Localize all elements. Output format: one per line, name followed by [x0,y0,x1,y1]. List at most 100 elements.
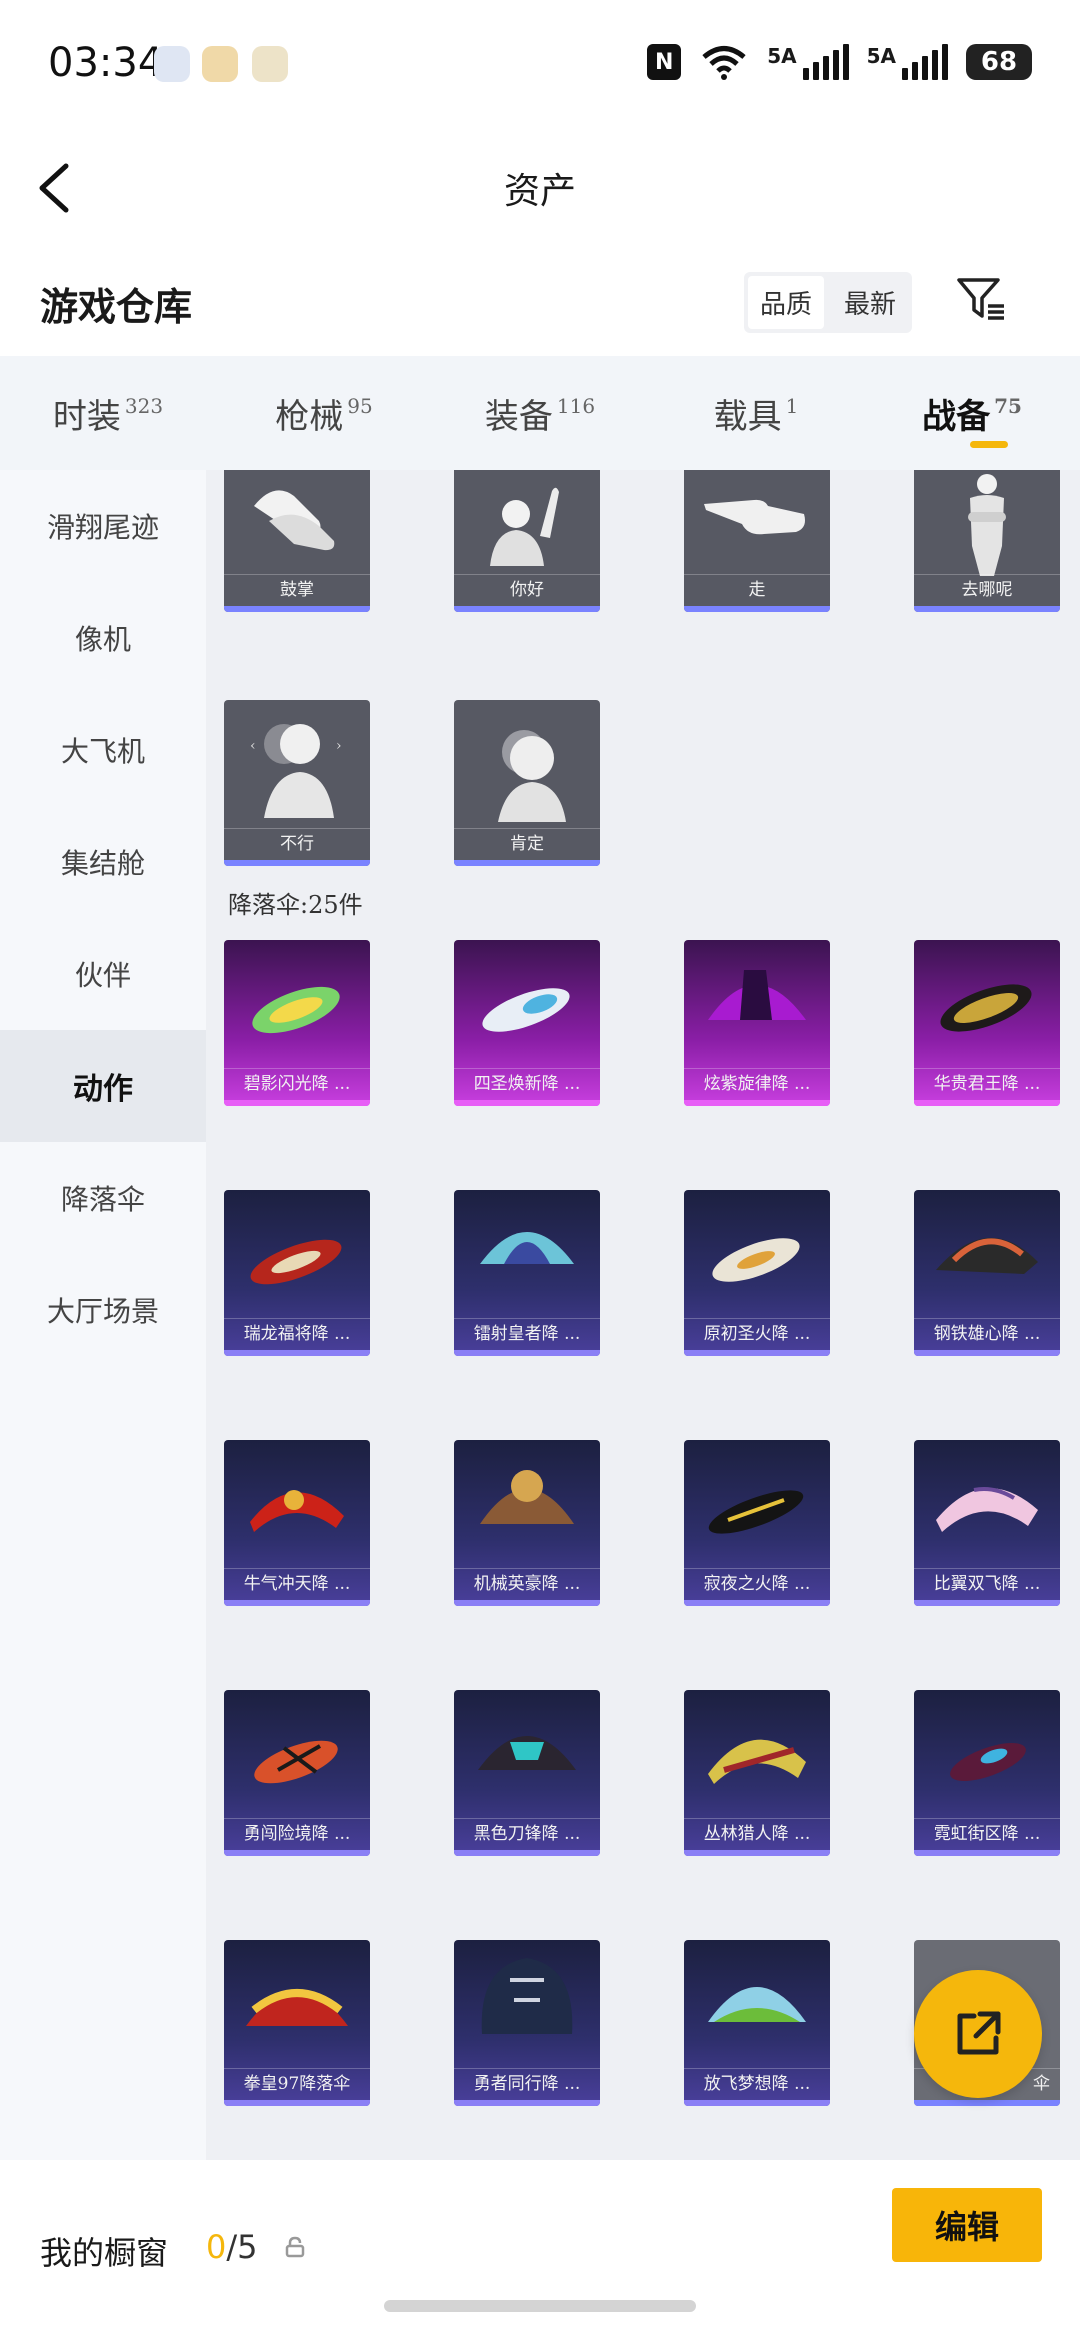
tab-count: 116 [556,394,596,418]
rarity-bar [684,2100,830,2106]
action-label: 不行 [224,828,370,858]
parachute-card[interactable]: 拳皇97降落伞 [224,1940,370,2106]
share-button[interactable] [914,1970,1042,2098]
parachute-card[interactable]: 寂夜之火降 ... [684,1440,830,1606]
tab-equipment[interactable]: 装备 116 [432,356,648,470]
sidebar-item-companion[interactable]: 伙伴 [0,918,206,1030]
rarity-bar [914,1850,1060,1856]
showcase-bar: 我的橱窗 0/5 编辑 [0,2160,1080,2330]
svg-text:›: › [336,738,342,754]
parachute-image [936,1487,1038,1532]
parachute-image [708,1739,806,1784]
wifi-icon [702,46,746,80]
rarity-bar [684,606,830,612]
category-tabs: 时装 323 枪械 95 装备 116 载具 1 战备 75 [0,356,1080,470]
sidebar-item-camera[interactable]: 像机 [0,582,206,694]
tab-weapons[interactable]: 枪械 95 [216,356,432,470]
nfc-icon: N [647,44,682,80]
pointing-hand-icon [704,499,805,535]
parachute-card[interactable]: 比翼双飞降 ... [914,1440,1060,1606]
tab-label: 装备 [484,396,553,437]
cell-signal-icon: 5A [867,44,948,80]
parachute-image [478,1736,576,1770]
tab-count: 323 [124,394,164,418]
sort-toggle: 品质 最新 [744,272,913,333]
parachute-card[interactable]: 瑞龙福将降 ... [224,1190,370,1356]
sidebar-item-parachute[interactable]: 降落伞 [0,1142,206,1254]
filter-icon[interactable] [956,276,1006,322]
sidebar: 滑翔尾迹 像机 大飞机 集结舱 伙伴 动作 降落伞 大厅场景 [0,470,206,2160]
rarity-bar [454,1850,600,1856]
showcase-used: 0 [206,2228,227,2266]
parachute-card[interactable]: 钢铁雄心降 ... [914,1190,1060,1356]
parachute-card[interactable]: 炫紫旋律降 ... [684,940,830,1106]
parachute-card[interactable]: 原初圣火降 ... [684,1190,830,1356]
action-card[interactable]: ‹ › 不行 [224,700,370,866]
parachute-card[interactable]: 牛气冲天降 ... [224,1440,370,1606]
parachute-card[interactable]: 放飞梦想降 ... [684,1940,830,2106]
parachute-label: 霓虹街区降 ... [914,1818,1060,1848]
tab-vehicles[interactable]: 载具 1 [648,356,864,470]
parachute-label: 镭射皇者降 ... [454,1318,600,1348]
sidebar-item-emotes[interactable]: 动作 [0,1030,206,1142]
rarity-bar [914,1350,1060,1356]
sidebar-item-lobby-scene[interactable]: 大厅场景 [0,1254,206,1366]
parachute-card[interactable]: 机械英豪降 ... [454,1440,600,1606]
action-card[interactable]: 去哪呢 [914,470,1060,612]
sort-newest-button[interactable]: 最新 [828,272,912,333]
parachute-card[interactable]: 勇闯险境降 ... [224,1690,370,1856]
home-indicator[interactable] [384,2300,696,2312]
rarity-bar [224,1350,370,1356]
parachute-image [246,1989,348,2026]
rarity-bar [224,606,370,612]
tab-label: 枪械 [275,396,344,437]
sidebar-item-big-plane[interactable]: 大飞机 [0,694,206,806]
parachute-image [480,1470,574,1524]
rarity-bar [454,860,600,866]
item-grid: 鼓掌 你好 走 去哪呢 ‹ › 不行 肯定 降落伞:25件 碧影闪光降 ... … [206,470,1080,2160]
parachute-label: 原初圣火降 ... [684,1318,830,1348]
parachute-image [708,1490,804,1534]
action-card[interactable]: 你好 [454,470,600,612]
parachute-label: 拳皇97降落伞 [224,2068,370,2098]
battery-icon: 68 [966,44,1032,80]
showcase-label: 我的橱窗 [40,2234,169,2272]
action-card[interactable]: 走 [684,470,830,612]
sidebar-item-glide-trail[interactable]: 滑翔尾迹 [0,470,206,582]
showcase-total: /5 [226,2228,258,2266]
parachute-section-title: 降落伞:25件 [228,891,363,919]
tab-fashion[interactable]: 时装 323 [0,356,216,470]
parachute-image [250,1490,344,1532]
lock-icon [285,2236,305,2258]
parachute-card[interactable]: 碧影闪光降 ... [224,940,370,1106]
parachute-card[interactable]: 镭射皇者降 ... [454,1190,600,1356]
parachute-label: 钢铁雄心降 ... [914,1318,1060,1348]
cell-signal-icon: 5A [767,44,849,80]
parachute-label: 放飞梦想降 ... [684,2068,830,2098]
parachute-card[interactable]: 黑色刀锋降 ... [454,1690,600,1856]
rarity-bar [914,2100,1060,2106]
sort-quality-button[interactable]: 品质 [748,276,825,329]
action-card[interactable]: 鼓掌 [224,470,370,612]
parachute-card[interactable]: 华贵君王降 ... [914,940,1060,1106]
action-label: 走 [684,574,830,604]
sidebar-item-assembly-pod[interactable]: 集结舱 [0,806,206,918]
parachute-image [254,1740,338,1784]
rarity-bar [684,1600,830,1606]
parachute-label: 碧影闪光降 ... [224,1068,370,1098]
action-card[interactable]: 肯定 [454,700,600,866]
parachute-label: 黑色刀锋降 ... [454,1818,600,1848]
parachute-card[interactable]: 霓虹街区降 ... [914,1690,1060,1856]
edit-button[interactable]: 编辑 [892,2188,1042,2262]
rarity-bar [224,1850,370,1856]
rarity-bar [914,606,1060,612]
parachute-card[interactable]: 丛林猎人降 ... [684,1690,830,1856]
tab-combat-gear[interactable]: 战备 75 [864,356,1080,470]
nod-icon [498,730,566,822]
parachute-card[interactable]: 勇者同行降 ... [454,1940,600,2106]
parachute-label: 机械英豪降 ... [454,1568,600,1598]
tab-count: 1 [785,394,799,418]
parachute-card[interactable]: 四圣焕新降 ... [454,940,600,1106]
rarity-bar [224,2100,370,2106]
parachute-label: 勇者同行降 ... [454,2068,600,2098]
